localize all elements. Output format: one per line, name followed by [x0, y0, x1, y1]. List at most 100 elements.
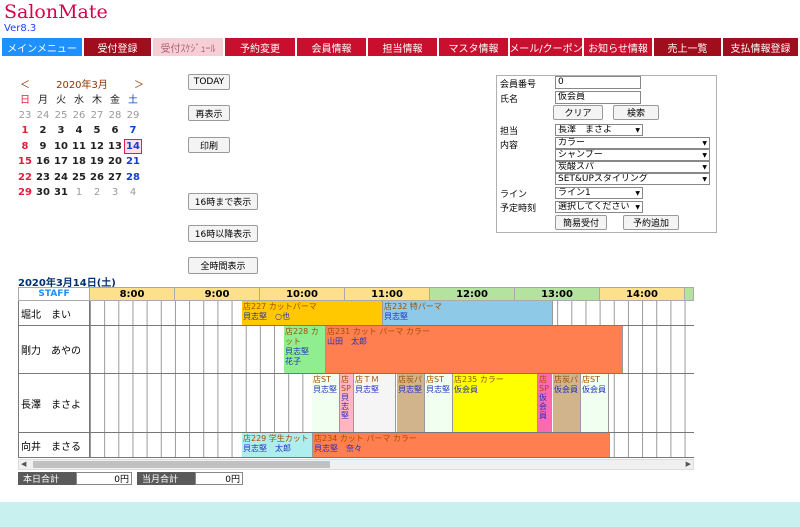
content-select-1[interactable]: カラー [555, 137, 710, 149]
reservation-block[interactable]: 店227 カットパーマ 貝志堅 ○也 [242, 301, 383, 325]
calendar-prev-arrow[interactable]: ＜ [20, 76, 30, 91]
reservation-block[interactable]: 店ST 仮会員 [581, 374, 609, 432]
calendar-day[interactable]: 17 [52, 154, 70, 170]
quick-reception-button[interactable]: 簡易受付 [555, 215, 607, 230]
scroll-thumb[interactable] [33, 461, 330, 468]
nav-item-1[interactable]: 受付登録 [84, 38, 151, 56]
nav-item-4[interactable]: 会員情報 [297, 38, 366, 56]
name-input[interactable]: 仮会員 [555, 91, 641, 104]
calendar-day[interactable]: 2 [88, 185, 106, 201]
today-button[interactable]: TODAY [188, 74, 230, 90]
redisplay-button[interactable]: 再表示 [188, 105, 230, 121]
hour-header: 11:00 [345, 288, 430, 300]
calendar: ＜ 2020年3月 ＞ 日月火水木金土 23 24 25 26 27 28 29 1 2 3 4 5 6… [16, 77, 148, 201]
scroll-right-arrow-icon[interactable]: ▶ [686, 460, 691, 468]
nav-item-9[interactable]: 売上一覧 [654, 38, 721, 56]
nav-item-2[interactable]: 受付ｽｹｼﾞｭｰﾙ [153, 38, 223, 56]
calendar-day[interactable]: 4 [124, 185, 142, 201]
calendar-day[interactable]: 24 [52, 170, 70, 186]
calendar-day[interactable]: 16 [34, 154, 52, 170]
reservation-block[interactable]: 店ST 貝志堅 [312, 374, 340, 432]
calendar-day[interactable]: 27 [106, 170, 124, 186]
calendar-day[interactable]: 26 [70, 108, 88, 124]
calendar-day[interactable]: 30 [34, 185, 52, 201]
calendar-day[interactable]: 23 [34, 170, 52, 186]
show-all-hours-button[interactable]: 全時間表示 [188, 257, 258, 274]
content-select-4[interactable]: SET&UPスタイリング [555, 173, 710, 185]
search-button[interactable]: 検索 [613, 105, 659, 120]
calendar-day[interactable]: 3 [106, 185, 124, 201]
calendar-day[interactable]: 4 [70, 123, 88, 139]
nav-item-0[interactable]: メインメニュー [2, 38, 82, 56]
calendar-day[interactable]: 29 [124, 108, 142, 124]
calendar-day[interactable]: 23 [16, 108, 34, 124]
calendar-day[interactable]: 13 [106, 139, 124, 155]
nav-item-3[interactable]: 予約変更 [225, 38, 295, 56]
calendar-day[interactable]: 3 [52, 123, 70, 139]
calendar-day[interactable]: 15 [16, 154, 34, 170]
calendar-day[interactable]: 2 [34, 123, 52, 139]
nav-item-10[interactable]: 支払情報登録 [723, 38, 798, 56]
calendar-day[interactable]: 25 [70, 170, 88, 186]
member-no-input[interactable]: 0 [555, 76, 641, 89]
horizontal-scrollbar[interactable]: ◀ ▶ [18, 459, 694, 470]
content-select-2[interactable]: シャンプー [555, 149, 710, 161]
reservation-block[interactable]: 店ST 貝志堅 [425, 374, 453, 432]
calendar-day[interactable]: 31 [52, 185, 70, 201]
reservation-block[interactable]: 店228 カット 貝志堅 花子 [284, 326, 326, 373]
reservation-customer: 貝志堅 [341, 393, 349, 420]
nav-item-5[interactable]: 担当情報 [368, 38, 437, 56]
calendar-day[interactable]: 7 [124, 123, 142, 139]
calendar-day[interactable]: 28 [124, 170, 142, 186]
nav-item-6[interactable]: マスタ情報 [439, 38, 508, 56]
calendar-next-arrow[interactable]: ＞ [134, 76, 144, 91]
calendar-day[interactable]: 25 [52, 108, 70, 124]
calendar-day[interactable]: 1 [70, 185, 88, 201]
reservation-title: 店235 カラー [454, 375, 504, 384]
calendar-day[interactable]: 6 [106, 123, 124, 139]
calendar-day[interactable]: 9 [34, 139, 52, 155]
calendar-day[interactable]: 27 [88, 108, 106, 124]
reservation-block[interactable]: 店SP 貝志堅 [340, 374, 354, 432]
reservation-block[interactable]: 店ＴＭ 貝志堅 [354, 374, 396, 432]
calendar-day[interactable]: 8 [16, 139, 34, 155]
calendar-day[interactable]: 19 [88, 154, 106, 170]
show-after-16-button[interactable]: 16時以降表示 [188, 225, 258, 242]
calendar-day[interactable]: 12 [88, 139, 106, 155]
reservation-block[interactable]: 店231 カット パーマ カラー 山田 太郎 [326, 326, 623, 373]
calendar-day[interactable]: 22 [16, 170, 34, 186]
calendar-day[interactable]: 1 [16, 123, 34, 139]
nav-item-8[interactable]: お知らせ情報 [584, 38, 652, 56]
calendar-day[interactable]: 20 [106, 154, 124, 170]
time-select[interactable]: 選択してください [555, 201, 643, 213]
line-select[interactable]: ライン1 [555, 187, 643, 199]
nav-item-7[interactable]: メール/クーポン [510, 38, 582, 56]
reservation-block[interactable]: 店232 特パーマ 貝志堅 [383, 301, 553, 325]
reservation-block[interactable]: 店SP 仮会員 [538, 374, 552, 432]
clear-button[interactable]: クリア [553, 105, 603, 120]
reservation-block[interactable]: 店炭パ 貝志堅 [397, 374, 425, 432]
calendar-day[interactable]: 11 [70, 139, 88, 155]
calendar-day[interactable]: 29 [16, 185, 34, 201]
add-reservation-button[interactable]: 予約追加 [623, 215, 679, 230]
print-button[interactable]: 印刷 [188, 137, 230, 153]
calendar-day[interactable]: 21 [124, 154, 142, 170]
calendar-day-today[interactable]: 14 [124, 138, 142, 154]
reservation-block[interactable]: 店炭パ 仮会員 [553, 374, 581, 432]
totals-bar: 本日合計 0円 当月合計 0円 [18, 472, 243, 485]
reservation-block[interactable]: 店234 カット パーマ カラー 貝志堅 奈々 [313, 433, 610, 457]
calendar-day[interactable]: 5 [88, 123, 106, 139]
calendar-day[interactable]: 26 [88, 170, 106, 186]
calendar-day[interactable]: 18 [70, 154, 88, 170]
reservation-title: 店229 学生カット [243, 434, 309, 443]
staff-select[interactable]: 長澤 まさよ [555, 124, 643, 136]
show-until-16-button[interactable]: 16時まで表示 [188, 193, 258, 210]
scroll-left-arrow-icon[interactable]: ◀ [21, 460, 26, 468]
reservation-block[interactable]: 店235 カラー 仮会員 [453, 374, 538, 432]
reservation-title: 店炭パ [398, 375, 422, 384]
calendar-day[interactable]: 10 [52, 139, 70, 155]
content-select-3[interactable]: 炭酸スパ [555, 161, 710, 173]
reservation-block[interactable]: 店229 学生カット 貝志堅 太郎 [242, 433, 313, 457]
calendar-day[interactable]: 24 [34, 108, 52, 124]
calendar-day[interactable]: 28 [106, 108, 124, 124]
